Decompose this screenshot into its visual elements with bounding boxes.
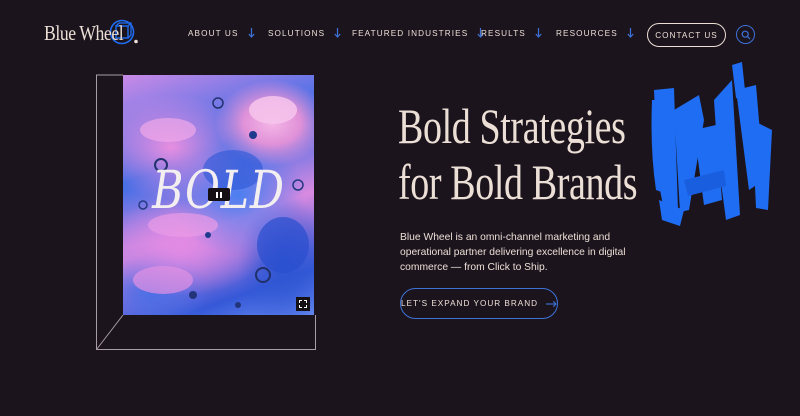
expand-your-brand-button[interactable]: LET'S EXPAND YOUR BRAND xyxy=(400,288,558,319)
nav-item-label: SOLUTIONS xyxy=(268,28,326,38)
nav-item-featured-industries[interactable]: FEATURED INDUSTRIES xyxy=(352,28,484,38)
nav-item-resources[interactable]: RESOURCES xyxy=(556,28,634,38)
nav-item-solutions[interactable]: SOLUTIONS xyxy=(268,28,341,38)
hero-headline: Bold Strategies for Bold Brands xyxy=(398,98,638,210)
nav-item-label: RESOURCES xyxy=(556,28,618,38)
cta-label: LET'S EXPAND YOUR BRAND xyxy=(401,299,539,308)
nav-item-about-us[interactable]: ABOUT US xyxy=(188,28,255,38)
pause-icon xyxy=(216,191,218,198)
arrow-down-icon xyxy=(627,28,634,38)
nav-item-label: FEATURED INDUSTRIES xyxy=(352,28,469,38)
headline-line-2: for Bold Brands xyxy=(398,154,638,210)
logo-text: Blue Wheel xyxy=(44,20,124,45)
logo[interactable]: Blue Wheel xyxy=(44,19,139,47)
arrow-right-icon xyxy=(546,300,557,307)
search-icon xyxy=(741,30,750,39)
hero-art-video: BOLD xyxy=(123,75,314,315)
nav-item-results[interactable]: RESULTS xyxy=(481,28,542,38)
pause-button[interactable] xyxy=(208,188,230,201)
nav-item-label: ABOUT US xyxy=(188,28,239,38)
headline-line-1: Bold Strategies xyxy=(398,98,626,154)
arrow-down-icon xyxy=(535,28,542,38)
blue-brush-stroke-graphic xyxy=(651,62,772,226)
arrow-down-icon xyxy=(247,28,255,38)
nav-item-label: RESULTS xyxy=(481,28,526,38)
arrow-down-icon xyxy=(334,28,341,38)
expand-button[interactable] xyxy=(296,297,310,311)
hero-description: Blue Wheel is an omni-channel marketing … xyxy=(400,232,626,273)
contact-us-button[interactable]: CONTACT US xyxy=(647,23,726,47)
search-button[interactable] xyxy=(736,25,755,44)
expand-icon xyxy=(299,300,307,308)
